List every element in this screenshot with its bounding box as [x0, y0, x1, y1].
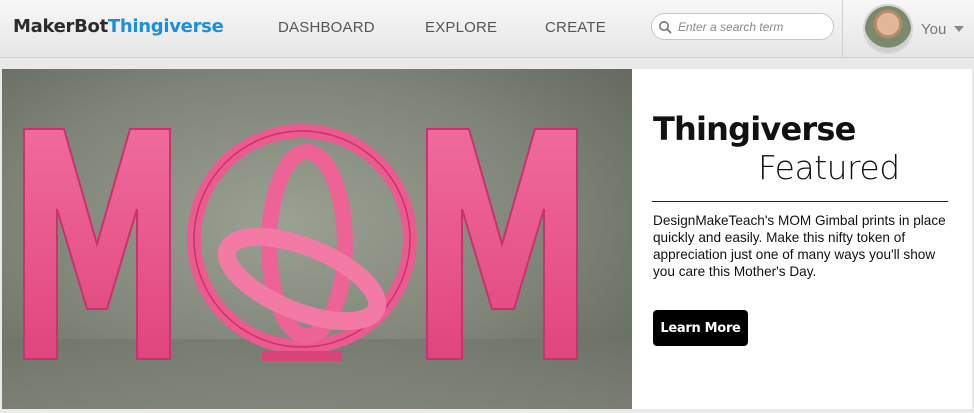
search-input[interactable]: [678, 19, 833, 34]
top-navigation-bar: MakerBot Thingiverse DASHBOARD EXPLORE C…: [0, 0, 974, 58]
search-icon[interactable]: [652, 13, 678, 40]
nav-create[interactable]: CREATE: [545, 19, 606, 36]
avatar[interactable]: [863, 4, 913, 54]
featured-subtitle: Featured: [758, 148, 900, 187]
nav-explore[interactable]: EXPLORE: [425, 19, 497, 36]
user-menu-label: You: [921, 20, 947, 38]
learn-more-button[interactable]: Learn More: [653, 310, 748, 346]
search-box[interactable]: [651, 13, 834, 40]
logo-makerbot-text: MakerBot: [13, 16, 108, 37]
featured-hero-image[interactable]: [2, 69, 632, 409]
nav-dashboard[interactable]: DASHBOARD: [278, 19, 375, 36]
featured-divider: [652, 201, 948, 202]
chevron-down-icon[interactable]: [954, 26, 965, 32]
user-menu[interactable]: You: [843, 0, 974, 58]
featured-description: DesignMakeTeach's MOM Gimbal prints in p…: [653, 213, 946, 279]
makerbot-thingiverse-logo[interactable]: MakerBot Thingiverse: [13, 16, 224, 40]
logo-thingiverse-text: Thingiverse: [107, 16, 224, 37]
featured-title: Thingiverse: [653, 110, 856, 148]
